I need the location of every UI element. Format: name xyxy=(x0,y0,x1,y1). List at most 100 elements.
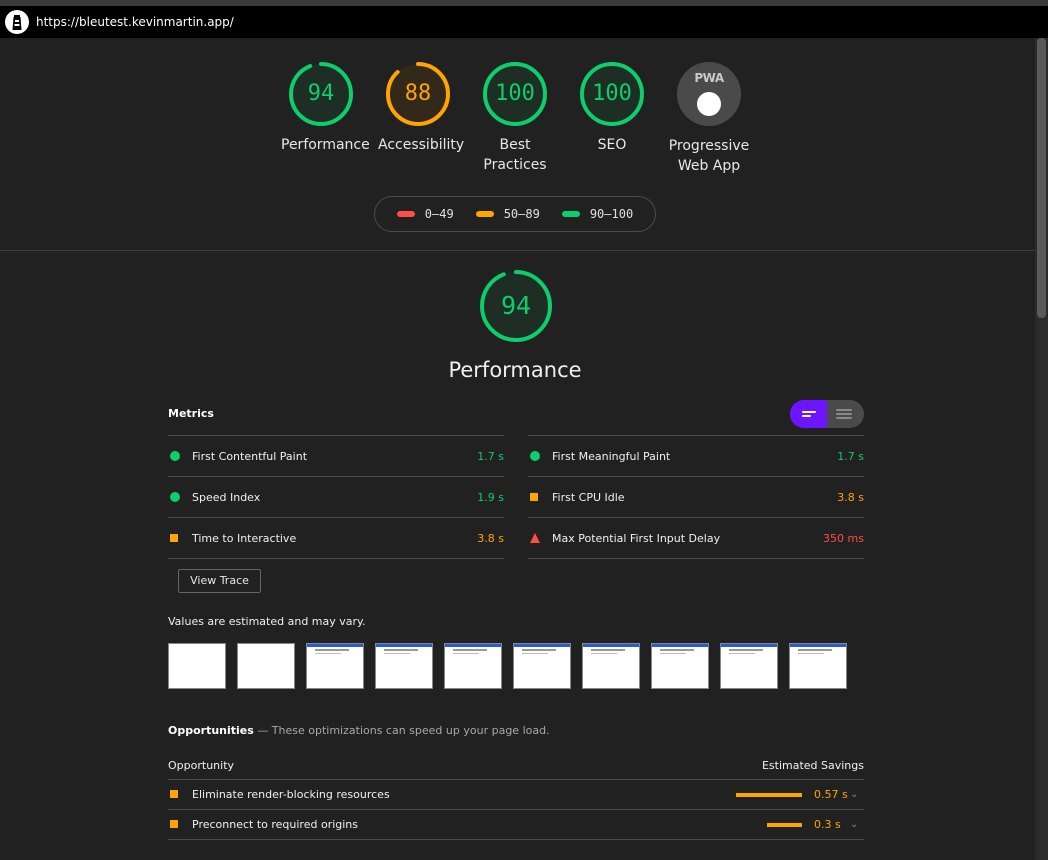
average-square-icon xyxy=(170,790,178,798)
metric-row: Time to Interactive 3.8 s xyxy=(168,517,504,559)
score-legend: 0–49 50–89 90–100 xyxy=(374,196,656,232)
chevron-down-icon[interactable]: ⌄ xyxy=(850,789,864,800)
metric-name: Speed Index xyxy=(192,490,261,504)
metric-value: 1.7 s xyxy=(477,449,504,463)
savings-bar xyxy=(767,822,802,827)
filmstrip-frame xyxy=(513,643,571,689)
average-square-icon xyxy=(170,534,178,542)
page-url[interactable]: https://bleutest.kevinmartin.app/ xyxy=(36,15,234,29)
legend-bar-orange xyxy=(475,211,494,217)
filmstrip xyxy=(168,643,847,689)
legend-item-average: 50–89 xyxy=(475,207,540,221)
filmstrip-frame xyxy=(237,643,295,689)
metric-row: Max Potential First Input Delay 350 ms xyxy=(528,517,864,559)
opportunity-row[interactable]: Eliminate render-blocking resources 0.57… xyxy=(168,780,864,810)
legend-range: 0–49 xyxy=(424,207,454,221)
gauge-seo[interactable]: 100 SEO xyxy=(572,61,652,155)
gauge-score: 88 xyxy=(404,81,432,106)
column-estimated-savings: Estimated Savings xyxy=(761,759,864,772)
metric-name: Time to Interactive xyxy=(192,531,297,545)
filmstrip-frame xyxy=(168,643,226,689)
legend-bar-green xyxy=(561,211,580,217)
metrics-right-column: First Meaningful Paint 1.7 s First CPU I… xyxy=(528,435,864,559)
opportunities-table: Opportunity Estimated Savings Eliminate … xyxy=(168,752,864,840)
filmstrip-frame xyxy=(720,643,778,689)
metric-value: 3.8 s xyxy=(477,531,504,545)
filmstrip-frame xyxy=(651,643,709,689)
section-divider xyxy=(0,250,1035,251)
toggle-expanded-view[interactable] xyxy=(827,400,864,428)
report-topbar: https://bleutest.kevinmartin.app/ xyxy=(0,6,1048,38)
gauge-label-line: Web App xyxy=(677,158,741,174)
metric-name: First Meaningful Paint xyxy=(552,449,671,463)
filmstrip-frame xyxy=(582,643,640,689)
opportunities-header: Opportunities — These optimizations can … xyxy=(168,724,550,737)
legend-range: 50–89 xyxy=(503,207,540,221)
toggle-compact-view[interactable] xyxy=(790,400,827,428)
gauge-score: 100 xyxy=(592,81,632,106)
column-opportunity: Opportunity xyxy=(168,759,235,772)
legend-range: 90–100 xyxy=(589,207,634,221)
legend-bar-red xyxy=(396,211,415,217)
average-square-icon xyxy=(530,493,538,501)
pass-circle-icon xyxy=(530,451,540,461)
metrics-heading: Metrics xyxy=(168,407,214,420)
gauge-best-practices[interactable]: 100 Best Practices xyxy=(475,61,555,175)
metric-name: First Contentful Paint xyxy=(192,449,308,463)
opportunity-name: Eliminate render-blocking resources xyxy=(192,788,390,801)
metric-row: First Contentful Paint 1.7 s xyxy=(168,435,504,476)
filmstrip-frame xyxy=(375,643,433,689)
opportunity-row[interactable]: Preconnect to required origins 0.3 s ⌄ xyxy=(168,810,864,840)
opportunities-description: — These optimizations can speed up your … xyxy=(257,724,550,737)
view-trace-button[interactable]: View Trace xyxy=(178,569,261,593)
metric-row: Speed Index 1.9 s xyxy=(168,476,504,517)
gauge-performance[interactable]: 94 Performance xyxy=(281,61,370,155)
gauge-label: Best Practices xyxy=(475,135,555,175)
performance-title: Performance xyxy=(448,358,582,382)
pass-circle-icon xyxy=(170,451,180,461)
scrollbar-thumb[interactable] xyxy=(1037,38,1046,318)
gauge-score: 100 xyxy=(495,81,535,106)
scrollbar[interactable] xyxy=(1035,38,1048,860)
estimate-note: Values are estimated and may vary. xyxy=(168,615,366,628)
chevron-down-icon[interactable]: ⌄ xyxy=(850,819,864,830)
gauge-label: SEO xyxy=(597,137,627,153)
metric-name: First CPU Idle xyxy=(552,490,625,504)
pwa-badge-text: PWA xyxy=(694,71,724,85)
legend-item-pass: 90–100 xyxy=(561,207,634,221)
metric-value: 3.8 s xyxy=(837,490,864,504)
opportunities-heading: Opportunities xyxy=(168,724,254,737)
metrics-left-column: First Contentful Paint 1.7 s Speed Index… xyxy=(168,435,504,559)
pass-circle-icon xyxy=(170,492,180,502)
savings-value: 0.3 s xyxy=(814,818,841,831)
average-square-icon xyxy=(170,820,178,828)
metric-value: 350 ms xyxy=(823,531,864,545)
filmstrip-frame xyxy=(306,643,364,689)
gauge-label-line: Progressive xyxy=(668,138,750,154)
filmstrip-frame xyxy=(444,643,502,689)
gauge-label-line: Best xyxy=(499,137,531,153)
legend-item-fail: 0–49 xyxy=(396,207,454,221)
savings-value: 0.57 s xyxy=(814,788,848,801)
lighthouse-logo-icon xyxy=(5,10,29,34)
performance-gauge-large: 94 xyxy=(478,269,554,343)
gauge-accessibility[interactable]: 88 Accessibility xyxy=(378,61,465,155)
metric-name: Max Potential First Input Delay xyxy=(552,531,721,545)
filmstrip-frame xyxy=(789,643,847,689)
gauge-score: 94 xyxy=(307,81,335,106)
gauge-label: Progressive Web App xyxy=(664,136,754,176)
performance-score: 94 xyxy=(500,291,532,320)
gauge-label: Accessibility xyxy=(378,137,465,153)
gauge-label-line: Practices xyxy=(483,157,547,173)
pwa-status-dot xyxy=(697,92,721,116)
opportunity-name: Preconnect to required origins xyxy=(192,818,359,831)
pwa-badge-icon: PWA xyxy=(677,62,741,126)
metrics-view-toggle[interactable] xyxy=(790,400,864,428)
metric-row: First CPU Idle 3.8 s xyxy=(528,476,864,517)
opportunities-table-header: Opportunity Estimated Savings xyxy=(168,752,864,780)
gauge-pwa[interactable]: PWA Progressive Web App xyxy=(664,62,754,176)
savings-bar xyxy=(736,792,802,797)
metric-row: First Meaningful Paint 1.7 s xyxy=(528,435,864,476)
metric-value: 1.7 s xyxy=(837,449,864,463)
gauge-label: Performance xyxy=(281,137,370,153)
